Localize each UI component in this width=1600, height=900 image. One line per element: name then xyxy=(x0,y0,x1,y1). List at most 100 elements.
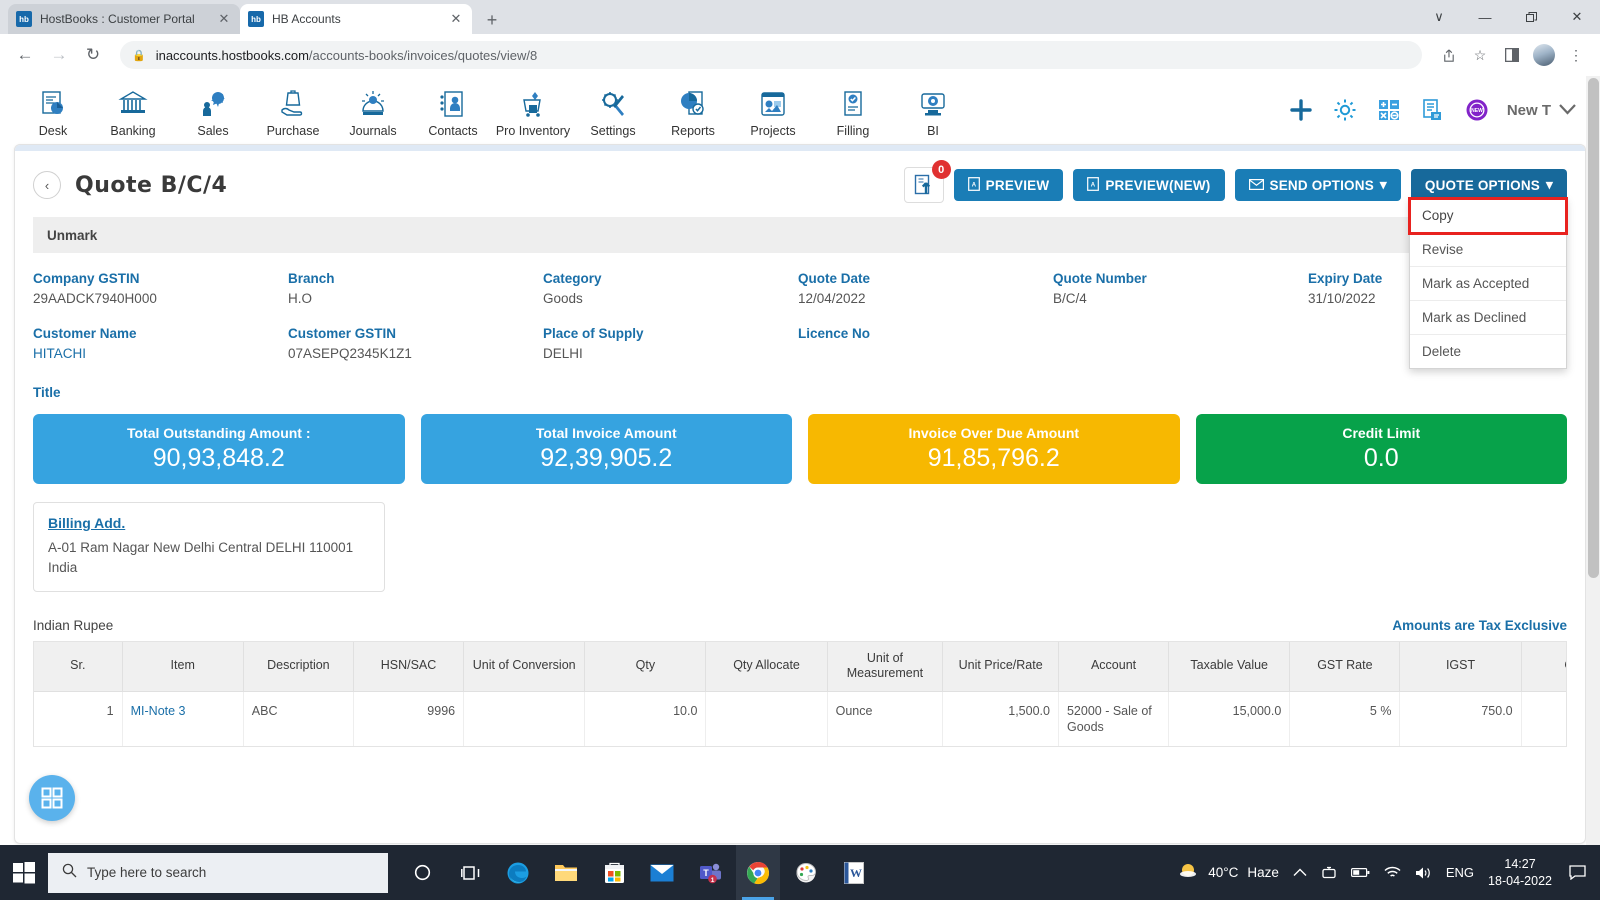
field-label: Branch xyxy=(288,271,335,286)
close-button[interactable]: ✕ xyxy=(1554,0,1600,34)
clock[interactable]: 14:27 18-04-2022 xyxy=(1488,856,1552,890)
col-unit-price-rate[interactable]: Unit Price/Rate xyxy=(942,641,1059,692)
menu-item-mark-as-accepted[interactable]: Mark as Accepted xyxy=(1410,267,1566,301)
page-scrollbar[interactable] xyxy=(1586,76,1600,845)
col-hsn-sac[interactable]: HSN/SAC xyxy=(353,641,465,692)
microsoft-store-icon[interactable] xyxy=(592,845,636,900)
volume-icon[interactable] xyxy=(1415,866,1432,880)
language-indicator[interactable]: ENG xyxy=(1446,865,1474,880)
nav-item-desk[interactable]: Desk xyxy=(14,83,92,138)
notes-icon[interactable] xyxy=(1419,96,1447,124)
tab-close-icon[interactable]: ✕ xyxy=(448,11,464,27)
edge-icon[interactable] xyxy=(496,845,540,900)
teams-icon[interactable]: T1 xyxy=(688,845,732,900)
tab-search-icon[interactable]: ∨ xyxy=(1416,0,1462,34)
billing-address-title[interactable]: Billing Add. xyxy=(48,515,370,531)
nav-item-sales[interactable]: Sales xyxy=(174,83,252,138)
quote-options-button[interactable]: QUOTE OPTIONS ▾ xyxy=(1410,169,1567,201)
quote-header: ‹ Quote B/C/4 0 A PREVIEW A PREVIEW(NEW)… xyxy=(15,151,1585,369)
forward-button[interactable]: → xyxy=(44,40,74,70)
nav-item-filling[interactable]: Filling xyxy=(814,83,892,138)
nav-item-projects[interactable]: Projects xyxy=(734,83,812,138)
col-qty-allocate[interactable]: Qty Allocate xyxy=(705,641,828,692)
menu-item-delete[interactable]: Delete xyxy=(1410,335,1566,368)
nav-item-journals[interactable]: Journals xyxy=(334,83,412,138)
nav-item-banking[interactable]: Banking xyxy=(94,83,172,138)
mail-icon[interactable] xyxy=(640,845,684,900)
browser-tab-1[interactable]: hb HostBooks : Customer Portal ✕ xyxy=(8,4,240,34)
file-explorer-icon[interactable] xyxy=(544,845,588,900)
chrome-icon[interactable] xyxy=(736,845,780,900)
col-unit-of-conversion[interactable]: Unit of Conversion xyxy=(463,641,586,692)
menu-item-revise[interactable]: Revise xyxy=(1410,233,1566,267)
wifi-icon[interactable] xyxy=(1384,866,1401,879)
onedrive-icon[interactable] xyxy=(1321,866,1337,880)
nav-item-bi[interactable]: BI xyxy=(894,83,972,138)
scrollbar-thumb[interactable] xyxy=(1588,78,1599,578)
cell-taxable-value: 15,000.0 xyxy=(1168,691,1291,747)
field-value[interactable]: HITACHI xyxy=(33,346,288,361)
col-igst[interactable]: IGST xyxy=(1399,641,1522,692)
nav-item-contacts[interactable]: Contacts xyxy=(414,83,492,138)
reload-button[interactable]: ↻ xyxy=(78,40,108,70)
maximize-button[interactable] xyxy=(1508,0,1554,34)
notification-icon[interactable] xyxy=(1566,862,1588,884)
field-label: Quote Date xyxy=(798,271,871,286)
attachment-upload-button[interactable]: 0 xyxy=(903,160,951,203)
preview-button[interactable]: A PREVIEW xyxy=(953,169,1064,201)
send-options-button[interactable]: SEND OPTIONS ▾ xyxy=(1234,169,1401,201)
inventory-icon xyxy=(515,87,551,121)
nav-item-purchase[interactable]: Purchase xyxy=(254,83,332,138)
nav-item-reports[interactable]: Reports xyxy=(654,83,732,138)
chrome-menu-icon[interactable]: ⋮ xyxy=(1562,41,1590,69)
col-unit-of-measurement[interactable]: Unit of Measurement xyxy=(827,641,944,692)
menu-item-copy[interactable]: Copy xyxy=(1408,197,1568,235)
battery-icon[interactable] xyxy=(1350,867,1370,878)
col-gst-rate[interactable]: GST Rate xyxy=(1289,641,1401,692)
profile-avatar[interactable] xyxy=(1530,41,1558,69)
search-input[interactable]: Type here to search xyxy=(48,852,388,893)
new-tab-button[interactable]: + xyxy=(478,6,506,34)
field-value: 29AADCK7940H000 xyxy=(33,291,157,306)
back-button[interactable]: ← xyxy=(10,40,40,70)
new-badge-icon[interactable]: NEW xyxy=(1463,96,1491,124)
plus-icon[interactable] xyxy=(1287,96,1315,124)
clock-time: 14:27 xyxy=(1504,856,1536,871)
paint-icon[interactable] xyxy=(784,845,828,900)
nav-label: Banking xyxy=(110,123,156,138)
address-bar[interactable]: 🔒 inaccounts.hostbooks.com/accounts-book… xyxy=(120,41,1422,69)
user-menu[interactable]: New T xyxy=(1507,102,1576,119)
gear-icon[interactable] xyxy=(1331,96,1359,124)
filling-icon xyxy=(835,87,871,121)
windows-start-icon[interactable] xyxy=(0,845,48,900)
sidepanel-icon[interactable] xyxy=(1498,41,1526,69)
field-value: B/C/4 xyxy=(1053,291,1087,306)
col-item[interactable]: Item xyxy=(122,641,244,692)
col-taxable-value[interactable]: Taxable Value xyxy=(1168,641,1291,692)
browser-tab-2[interactable]: hb HB Accounts ✕ xyxy=(240,4,472,34)
nav-item-settings[interactable]: Settings xyxy=(574,83,652,138)
minimize-button[interactable]: — xyxy=(1462,0,1508,34)
col-sr[interactable]: Sr. xyxy=(34,641,123,692)
bookmark-star-icon[interactable]: ☆ xyxy=(1466,41,1494,69)
nav-item-pro-inventory[interactable]: Pro Inventory xyxy=(494,83,572,138)
preview-new-button[interactable]: A PREVIEW(NEW) xyxy=(1073,169,1225,201)
menu-item-mark-as-declined[interactable]: Mark as Declined xyxy=(1410,301,1566,335)
share-icon[interactable] xyxy=(1434,41,1462,69)
table-header-row: Sr. Item Description HSN/SAC Unit of Con… xyxy=(34,641,1566,692)
col-description[interactable]: Description xyxy=(243,641,354,692)
tab-close-icon[interactable]: ✕ xyxy=(216,11,232,27)
back-navigation-button[interactable]: ‹ xyxy=(33,171,61,199)
word-icon[interactable]: W xyxy=(832,845,876,900)
field-value: DELHI xyxy=(543,346,583,361)
task-view-icon[interactable] xyxy=(448,845,492,900)
weather-widget[interactable]: 40°C Haze xyxy=(1177,862,1279,883)
col-qty[interactable]: Qty xyxy=(584,641,707,692)
cortana-icon[interactable] xyxy=(400,845,444,900)
chevron-up-icon[interactable] xyxy=(1293,868,1307,877)
calculator-icon[interactable] xyxy=(1375,96,1403,124)
col-account[interactable]: Account xyxy=(1058,641,1170,692)
cell-item[interactable]: MI-Note 3 xyxy=(122,691,244,747)
grid-apps-icon[interactable] xyxy=(29,775,75,821)
col-cess[interactable]: Cess(fla xyxy=(1521,641,1566,692)
